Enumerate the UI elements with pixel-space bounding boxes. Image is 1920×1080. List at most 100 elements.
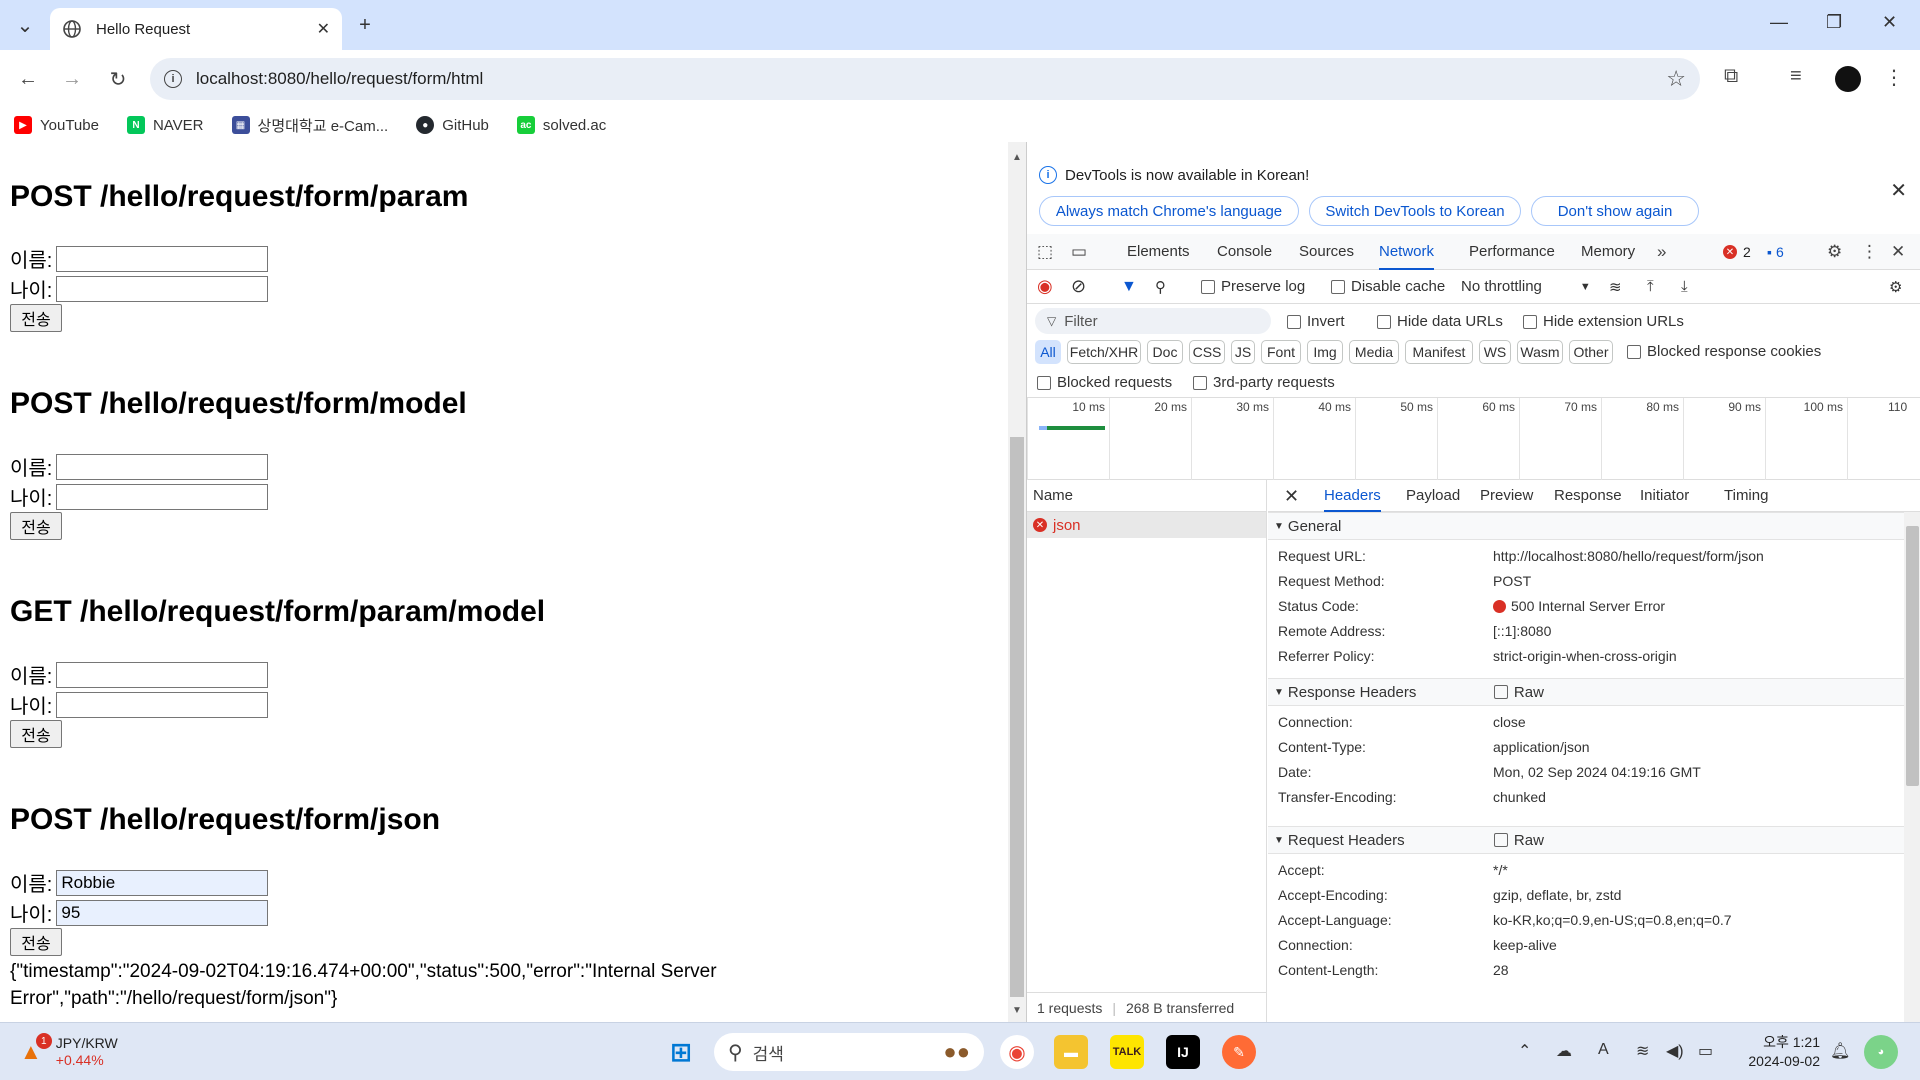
filter-input[interactable]: ▽ Filter — [1035, 308, 1271, 334]
scrollbar-thumb[interactable] — [1906, 526, 1919, 786]
hide-extension-urls-checkbox[interactable]: Hide extension URLs — [1523, 313, 1684, 330]
third-party-requests-checkbox[interactable]: 3rd-party requests — [1193, 374, 1335, 391]
blocked-requests-checkbox[interactable]: Blocked requests — [1037, 374, 1172, 391]
type-wasm[interactable]: Wasm — [1517, 340, 1563, 364]
type-img[interactable]: Img — [1307, 340, 1343, 364]
profile-avatar[interactable] — [1835, 66, 1861, 92]
ime-indicator[interactable]: A — [1598, 1041, 1609, 1059]
subtab-timing[interactable]: Timing — [1724, 480, 1768, 512]
preserve-log-checkbox[interactable]: Preserve log — [1201, 278, 1305, 295]
kakaotalk-icon[interactable]: TALK — [1110, 1035, 1144, 1069]
submit-button-json[interactable]: 전송 — [10, 928, 62, 956]
media-control-icon[interactable]: ≡ — [1790, 65, 1802, 88]
name-column-header[interactable]: Name — [1027, 480, 1266, 512]
tab-sources[interactable]: Sources — [1299, 234, 1354, 270]
copilot-icon[interactable]: ◕ — [1864, 1035, 1898, 1069]
browser-tab[interactable]: Hello Request ✕ — [50, 8, 342, 50]
scroll-up-icon[interactable]: ▲ — [1012, 152, 1022, 163]
postman-icon[interactable]: ✎ — [1222, 1035, 1256, 1069]
tab-network[interactable]: Network — [1379, 234, 1435, 270]
type-all[interactable]: All — [1035, 340, 1061, 364]
age-input-model[interactable] — [56, 483, 269, 510]
type-manifest[interactable]: Manifest — [1405, 340, 1473, 364]
subtab-preview[interactable]: Preview — [1480, 480, 1533, 512]
name-input-json[interactable] — [56, 869, 269, 896]
menu-kebab-icon[interactable]: ⋮ — [1884, 65, 1904, 90]
restore-icon[interactable]: ❐ — [1826, 12, 1842, 33]
tab-search-chevron-icon[interactable]: ⌄ — [12, 12, 38, 38]
clock[interactable]: 오후 1:21 2024-09-02 — [1730, 1033, 1820, 1071]
detail-close-icon[interactable]: ✕ — [1284, 486, 1299, 507]
tab-performance[interactable]: Performance — [1469, 234, 1555, 270]
devtools-close-icon[interactable]: ✕ — [1891, 242, 1905, 262]
inspect-element-icon[interactable]: ⬚ — [1037, 242, 1053, 262]
back-arrow-icon[interactable]: ← — [14, 65, 42, 93]
chrome-icon[interactable]: ◉ — [1000, 1035, 1034, 1069]
tray-chevron-up-icon[interactable]: ⌃ — [1518, 1041, 1531, 1061]
network-settings-gear-icon[interactable]: ⚙ — [1889, 278, 1902, 296]
import-har-upload-icon[interactable]: ⤒ — [1647, 278, 1654, 295]
subtab-initiator[interactable]: Initiator — [1640, 480, 1689, 512]
type-font[interactable]: Font — [1261, 340, 1301, 364]
response-headers-section-header[interactable]: ▼ Response Headers Raw — [1268, 678, 1904, 706]
wifi-icon[interactable]: ≋ — [1636, 1041, 1649, 1061]
name-input-param[interactable] — [56, 245, 269, 272]
window-close-icon[interactable]: ✕ — [1882, 12, 1897, 33]
subtab-response[interactable]: Response — [1554, 480, 1622, 512]
bookmark-ecampus[interactable]: ▦ 상명대학교 e-Cam... — [231, 115, 388, 136]
search-icon[interactable]: ⚲ — [1155, 278, 1166, 296]
dont-show-again-button[interactable]: Don't show again — [1531, 196, 1699, 226]
submit-button-param-model[interactable]: 전송 — [10, 720, 62, 748]
type-js[interactable]: JS — [1231, 340, 1255, 364]
name-input-param-model[interactable] — [56, 661, 269, 688]
infobar-close-icon[interactable]: ✕ — [1890, 178, 1907, 203]
notification-bell-icon[interactable]: 🔔︎ — [1830, 1041, 1850, 1061]
bookmark-youtube[interactable]: ▶ YouTube — [14, 116, 99, 134]
bookmark-github[interactable]: ● GitHub — [416, 116, 489, 134]
tab-elements[interactable]: Elements — [1127, 234, 1190, 270]
file-explorer-icon[interactable]: ▬ — [1054, 1035, 1088, 1069]
site-info-icon[interactable]: i — [164, 70, 182, 88]
type-media[interactable]: Media — [1349, 340, 1399, 364]
raw-checkbox[interactable] — [1493, 833, 1508, 847]
bookmark-solvedac[interactable]: ac solved.ac — [516, 116, 606, 134]
type-css[interactable]: CSS — [1189, 340, 1225, 364]
filter-funnel-icon[interactable]: ▼ — [1121, 278, 1137, 296]
detail-scrollbar[interactable] — [1904, 512, 1920, 1022]
disable-cache-checkbox[interactable]: Disable cache — [1331, 278, 1445, 295]
subtab-payload[interactable]: Payload — [1406, 480, 1460, 512]
age-input-json[interactable] — [56, 899, 269, 926]
url-text[interactable]: localhost:8080/hello/request/form/html — [196, 69, 483, 89]
bookmark-star-icon[interactable]: ☆ — [1666, 66, 1686, 92]
request-row[interactable]: ✕ json — [1027, 512, 1266, 538]
throttling-select[interactable]: No throttling ▼ — [1461, 278, 1591, 295]
name-input-model[interactable] — [56, 453, 269, 480]
type-doc[interactable]: Doc — [1147, 340, 1183, 364]
bookmark-naver[interactable]: N NAVER — [126, 116, 204, 134]
age-input-param-model[interactable] — [56, 691, 269, 718]
address-bar[interactable]: i localhost:8080/hello/request/form/html… — [150, 58, 1700, 100]
stock-widget[interactable]: ▲ 1 JPY/KRW +0.44% — [20, 1033, 150, 1069]
intellij-icon[interactable]: IJ — [1166, 1035, 1200, 1069]
device-toolbar-icon[interactable]: ▭ — [1071, 242, 1087, 262]
settings-gear-icon[interactable]: ⚙ — [1827, 242, 1842, 262]
new-tab-plus-icon[interactable]: + — [352, 12, 378, 38]
clear-log-icon[interactable]: ⊘ — [1071, 276, 1086, 297]
scrollbar-thumb[interactable] — [1010, 437, 1024, 997]
battery-icon[interactable]: ▭ — [1698, 1041, 1713, 1061]
windows-start-icon[interactable]: ⊞ — [664, 1035, 698, 1069]
invert-checkbox[interactable]: Invert — [1287, 313, 1345, 330]
tab-close-icon[interactable]: ✕ — [317, 19, 330, 39]
scroll-down-icon[interactable]: ▼ — [1012, 1005, 1022, 1016]
network-timeline-overview[interactable]: 10 ms 20 ms 30 ms 40 ms 50 ms 60 ms 70 m… — [1027, 398, 1920, 480]
blocked-response-cookies-checkbox[interactable]: Blocked response cookies — [1627, 343, 1821, 360]
submit-button-param[interactable]: 전송 — [10, 304, 62, 332]
hide-data-urls-checkbox[interactable]: Hide data URLs — [1377, 313, 1503, 330]
message-count-badge[interactable]: ▪ 6 — [1767, 244, 1784, 260]
raw-checkbox[interactable] — [1493, 685, 1508, 699]
taskbar-search[interactable]: ⚲ 검색 ●● — [714, 1033, 984, 1071]
subtab-headers[interactable]: Headers — [1324, 480, 1381, 512]
request-headers-section-header[interactable]: ▼ Request Headers Raw — [1268, 826, 1904, 854]
submit-button-model[interactable]: 전송 — [10, 512, 62, 540]
tab-memory[interactable]: Memory — [1581, 234, 1635, 270]
